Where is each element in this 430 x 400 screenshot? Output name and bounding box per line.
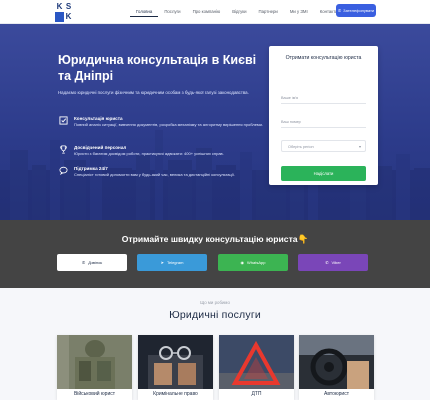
call-button-label: Зателефонувати (343, 8, 375, 13)
feature-title: Підтримка 24/7 (74, 166, 108, 171)
pointing-hand-icon: 👇 (297, 234, 309, 244)
services-title: Юридичні послуги (169, 309, 261, 321)
site-header: K S K Головна Послуги Про компанію Відгу… (0, 0, 430, 24)
quick-viber-label: Viber (331, 260, 341, 265)
hero-title: Юридична консультація в Києві та Дніпрі (58, 53, 257, 83)
feature-desc: Повний аналіз ситуації, вивчення докумен… (74, 122, 264, 127)
handcuffs-image (138, 335, 213, 389)
service-card-auto[interactable]: Автоюрист (299, 335, 374, 400)
checklist-icon (58, 116, 68, 126)
region-select-value: Оберіть регіон (288, 145, 314, 149)
feature-title: Консультація юриста (74, 116, 123, 121)
nav-reviews[interactable]: Відгуки (226, 0, 252, 24)
logo-box (55, 12, 64, 22)
steering-wheel-image (299, 335, 374, 389)
phone-icon: ✆ (81, 260, 86, 265)
phone-field[interactable]: Ваш номер (281, 116, 366, 128)
feature-desc: Спеціаліст готовий допомогти вам у будь-… (74, 172, 235, 177)
quick-viber-button[interactable]: ✆ Viber (298, 254, 368, 271)
region-select[interactable]: Оберіть регіон ▾ (281, 140, 366, 152)
name-field[interactable]: Ваше ім'я (281, 92, 366, 104)
warning-triangle-image (219, 335, 294, 389)
chevron-down-icon: ▾ (358, 144, 361, 149)
nav-services[interactable]: Послуги (158, 0, 186, 24)
logo[interactable]: K S K (55, 2, 73, 22)
hero-section: Юридична консультація в Києві та Дніпрі … (0, 24, 430, 220)
service-caption: Військовий юрист (73, 391, 116, 397)
logo-letter-k: K (56, 2, 63, 11)
form-title: Отримати консультацію юриста (285, 55, 362, 61)
nav-partners[interactable]: Партнери (253, 0, 284, 24)
logo-letter-k2: K (65, 12, 72, 21)
nav-media[interactable]: Ми у ЗМІ (284, 0, 314, 24)
feature-desc: Юристи з багатим досвідом роботи, практи… (74, 151, 224, 156)
nav-home[interactable]: Головна (130, 7, 159, 17)
viber-icon: ✆ (325, 260, 329, 265)
phone-icon: ✆ (337, 8, 342, 13)
service-card-accident[interactable]: ДТП (219, 335, 294, 400)
feature-title: Досвідчений персонал (74, 145, 127, 150)
quick-contact-title: Отримайте швидку консультацію юриста👇 (121, 234, 309, 244)
service-caption: Автоюрист (323, 391, 349, 397)
whatsapp-icon: ◉ (240, 260, 245, 265)
services-kicker: Що ми робимо (200, 300, 230, 305)
main-nav: Головна Послуги Про компанію Відгуки Пар… (130, 0, 344, 24)
consultation-form: Отримати консультацію юриста Ваше ім'я В… (269, 46, 378, 185)
hero-lead: Надаємо юридичні послуги фізичним та юри… (58, 90, 249, 95)
quick-telegram-label: Telegram (166, 260, 184, 265)
logo-letter-s: S (65, 2, 72, 11)
quick-contact-section: Отримайте швидку консультацію юриста👇 ✆ … (0, 220, 430, 288)
service-caption: Кримінальне право (153, 391, 198, 397)
quick-whatsapp-button[interactable]: ◉ WhatsApp (218, 254, 288, 271)
service-card-criminal[interactable]: Кримінальне право (138, 335, 213, 400)
services-section: Що ми робимо Юридичні послуги Військовий… (0, 288, 430, 400)
quick-telegram-button[interactable]: ➤ Telegram (137, 254, 207, 271)
service-card-military[interactable]: Військовий юрист (57, 335, 132, 400)
chat-icon (58, 166, 68, 176)
quick-call-label: Дзвінок (88, 260, 103, 265)
quick-whatsapp-label: WhatsApp (247, 260, 266, 265)
service-caption: ДТП (251, 391, 262, 397)
trophy-icon (58, 145, 68, 155)
soldier-image (57, 335, 132, 389)
quick-call-button[interactable]: ✆ Дзвінок (57, 254, 127, 271)
submit-button[interactable]: Надіслати (281, 166, 366, 181)
call-button[interactable]: ✆ Зателефонувати (336, 4, 376, 17)
nav-about[interactable]: Про компанію (187, 0, 227, 24)
telegram-icon: ➤ (160, 260, 164, 265)
